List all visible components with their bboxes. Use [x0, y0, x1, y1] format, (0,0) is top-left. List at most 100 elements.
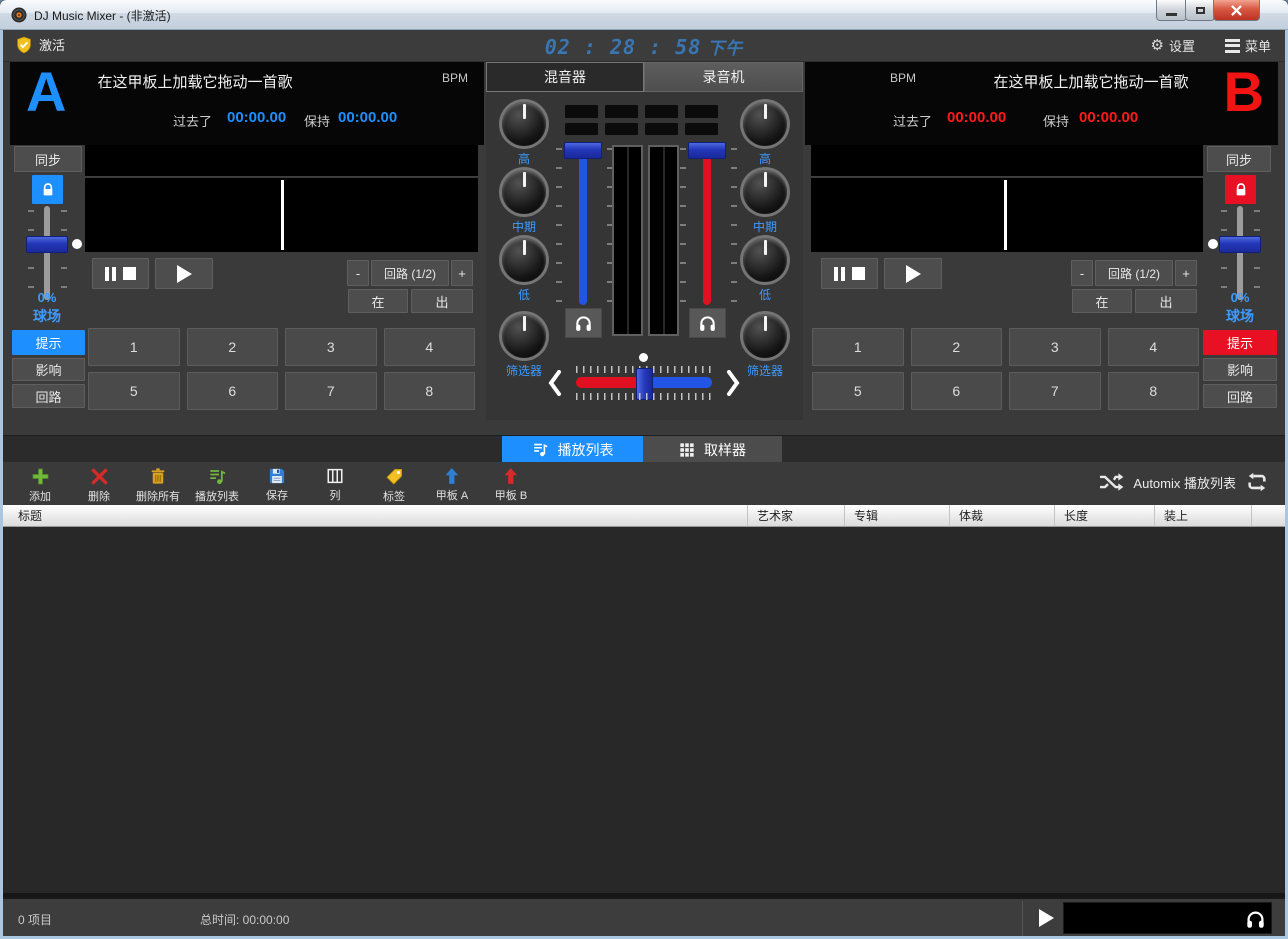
- deck-b-keylock-button[interactable]: [1225, 175, 1256, 204]
- deck-a-pad-5[interactable]: 5: [88, 372, 180, 410]
- deck-a-eq-high-knob[interactable]: [502, 102, 546, 146]
- deck-a-volume-handle[interactable]: [564, 142, 602, 159]
- deck-b-loop-minus-button[interactable]: -: [1071, 260, 1093, 286]
- load-playlist-button[interactable]: 播放列表: [195, 467, 239, 504]
- load-deck-b-button[interactable]: 甲板 B: [495, 467, 527, 503]
- crossfader-left-arrow[interactable]: [548, 370, 562, 396]
- deck-a-filter-knob[interactable]: [502, 314, 546, 358]
- preview-waveform[interactable]: [1063, 902, 1272, 934]
- save-button[interactable]: 保存: [266, 467, 288, 503]
- shuffle-icon[interactable]: [1098, 471, 1124, 493]
- deck-a-pad-7[interactable]: 7: [285, 372, 377, 410]
- minimize-icon: [1166, 13, 1177, 16]
- deck-a-mode-fx[interactable]: 影响: [12, 358, 85, 381]
- deck-a-pad-4[interactable]: 4: [384, 328, 476, 366]
- deck-a-loop-out-button[interactable]: 出: [411, 289, 473, 313]
- deck-a-mode-loop[interactable]: 回路: [12, 384, 85, 408]
- crossfader-right-arrow[interactable]: [726, 370, 740, 396]
- deck-a-eq-low-knob[interactable]: [502, 238, 546, 282]
- deck-b-pad-4[interactable]: 4: [1108, 328, 1200, 366]
- deck-b-pause-stop-button[interactable]: [821, 258, 878, 289]
- deck-a-pad-2[interactable]: 2: [187, 328, 279, 366]
- deck-a-loop-in-button[interactable]: 在: [348, 289, 408, 313]
- column-loaded[interactable]: 装上: [1155, 505, 1252, 526]
- settings-button[interactable]: ⚙设置: [1151, 36, 1195, 55]
- deck-b-filter-knob[interactable]: [743, 314, 787, 358]
- deck-b-waveform[interactable]: [811, 178, 1203, 252]
- maximize-button[interactable]: [1185, 0, 1215, 21]
- deck-b-volume-fader[interactable]: [703, 152, 711, 305]
- repeat-icon[interactable]: [1245, 471, 1269, 493]
- column-title[interactable]: 标题: [3, 505, 748, 526]
- deck-b-eq-low-knob[interactable]: [743, 238, 787, 282]
- deck-a-pad-8[interactable]: 8: [384, 372, 476, 410]
- automix-label[interactable]: Automix 播放列表: [1133, 473, 1236, 492]
- deck-b-mode-cue[interactable]: 提示: [1203, 330, 1277, 355]
- tag-button[interactable]: 标签: [383, 467, 405, 504]
- deck-a-pad-1[interactable]: 1: [88, 328, 180, 366]
- deck-a-sync-button[interactable]: 同步: [14, 146, 82, 172]
- deck-b-pad-2[interactable]: 2: [911, 328, 1003, 366]
- column-length[interactable]: 长度: [1055, 505, 1155, 526]
- tab-sampler[interactable]: 取样器: [643, 436, 782, 463]
- deck-a-loop-size[interactable]: 回路 (1/2): [371, 260, 449, 286]
- deck-a-pause-stop-button[interactable]: [92, 258, 149, 289]
- deck-a-waveform[interactable]: [85, 178, 478, 252]
- deck-a-volume-fader[interactable]: [579, 152, 587, 305]
- deck-b-elapsed-label: 过去了: [893, 111, 932, 130]
- tool-label: 播放列表: [195, 488, 239, 504]
- add-button[interactable]: 添加: [29, 467, 51, 504]
- deck-b-pad-3[interactable]: 3: [1009, 328, 1101, 366]
- deck-a-loop-plus-button[interactable]: +: [451, 260, 473, 286]
- deck-b-pad-5[interactable]: 5: [812, 372, 904, 410]
- deck-a-play-button[interactable]: [155, 258, 213, 289]
- deck-a-mode-cue[interactable]: 提示: [12, 330, 85, 355]
- deck-b-mode-fx[interactable]: 影响: [1203, 358, 1277, 381]
- deck-b-pad-7[interactable]: 7: [1009, 372, 1101, 410]
- deck-b-loop-out-button[interactable]: 出: [1135, 289, 1197, 313]
- deck-a-eq-mid-knob[interactable]: [502, 170, 546, 214]
- headphone-icon: [1245, 910, 1266, 929]
- deck-a-pad-6[interactable]: 6: [187, 372, 279, 410]
- preview-play-button[interactable]: [1033, 907, 1059, 929]
- deck-b-waveform-overview[interactable]: [811, 145, 1203, 177]
- deck-a-pitch-handle[interactable]: [26, 236, 68, 253]
- deck-b-eq-mid-knob[interactable]: [743, 170, 787, 214]
- deck-b-mode-loop[interactable]: 回路: [1203, 384, 1277, 408]
- deck-b-headphone-cue-button[interactable]: [689, 308, 726, 338]
- delete-button[interactable]: 删除: [88, 467, 110, 504]
- deck-a-waveform-overview[interactable]: [85, 145, 478, 177]
- deck-b-pitch-slider[interactable]: [1237, 206, 1243, 300]
- deck-b-pad-8[interactable]: 8: [1108, 372, 1200, 410]
- eq-high-label: 高: [730, 150, 800, 167]
- deck-b-loop-in-button[interactable]: 在: [1072, 289, 1132, 313]
- deck-a-headphone-cue-button[interactable]: [565, 308, 602, 338]
- deck-a-pad-3[interactable]: 3: [285, 328, 377, 366]
- delete-all-button[interactable]: 删除所有: [136, 467, 180, 504]
- deck-a-keylock-button[interactable]: [32, 175, 63, 204]
- tab-playlist[interactable]: 播放列表: [502, 436, 643, 463]
- deck-a-loop-minus-button[interactable]: -: [347, 260, 369, 286]
- minimize-button[interactable]: [1156, 0, 1187, 21]
- column-genre[interactable]: 体裁: [950, 505, 1055, 526]
- column-artist[interactable]: 艺术家: [748, 505, 845, 526]
- deck-a-pitch-slider[interactable]: [44, 206, 50, 300]
- deck-b-pad-6[interactable]: 6: [911, 372, 1003, 410]
- tab-mixer[interactable]: 混音器: [486, 62, 644, 92]
- deck-b-loop-size[interactable]: 回路 (1/2): [1095, 260, 1173, 286]
- menu-button[interactable]: 菜单: [1225, 36, 1271, 55]
- deck-b-loop-plus-button[interactable]: +: [1175, 260, 1197, 286]
- close-button[interactable]: [1213, 0, 1260, 21]
- deck-b-pitch-handle[interactable]: [1219, 236, 1261, 253]
- deck-b-volume-handle[interactable]: [688, 142, 726, 159]
- deck-b-pad-1[interactable]: 1: [812, 328, 904, 366]
- column-album[interactable]: 专辑: [845, 505, 950, 526]
- load-deck-a-button[interactable]: 甲板 A: [436, 467, 468, 503]
- deck-b-drop-hint: 在这甲板上加载它拖动一首歌: [966, 71, 1216, 92]
- deck-b-eq-high-knob[interactable]: [743, 102, 787, 146]
- deck-b-play-button[interactable]: [884, 258, 942, 289]
- columns-button[interactable]: 列: [326, 467, 344, 503]
- tab-recorder[interactable]: 录音机: [644, 62, 803, 92]
- playlist-table-body[interactable]: [3, 527, 1285, 893]
- deck-b-sync-button[interactable]: 同步: [1207, 146, 1271, 172]
